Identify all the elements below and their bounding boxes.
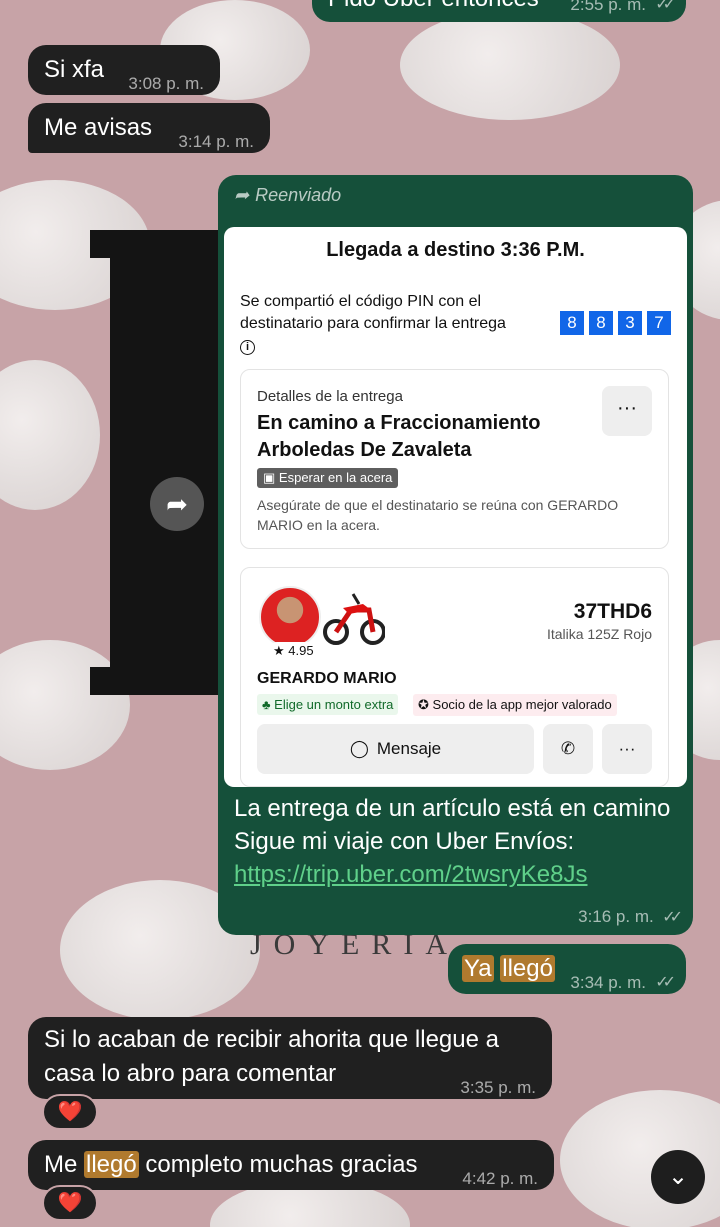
top-rated-text: Socio de la app mejor valorado bbox=[432, 697, 612, 712]
destination-text: En camino a Fraccionamiento Arboledas De… bbox=[257, 412, 541, 461]
tip-chip-text: Elige un monto extra bbox=[274, 697, 394, 712]
message-time: 3:16 p. m. bbox=[578, 907, 654, 926]
message-time: 3:14 p. m. bbox=[178, 132, 254, 151]
message-forwarded[interactable]: ➦ Reenviado Llegada a destino 3:36 P.M. … bbox=[218, 175, 693, 935]
message-text-part: Me bbox=[44, 1151, 85, 1178]
message-incoming[interactable]: Me llegó completo muchas gracias 4:42 p.… bbox=[28, 1140, 554, 1190]
message-meta: 3:16 p. m. ✓✓ bbox=[578, 907, 683, 927]
details-label: Detalles de la entrega bbox=[257, 388, 403, 405]
arrival-title: Llegada a destino 3:36 P.M. bbox=[326, 239, 585, 261]
badge-icon: ✪ bbox=[418, 697, 429, 712]
wallpaper-cloud bbox=[400, 10, 620, 120]
curb-note: Asegúrate de que el destinatario se reún… bbox=[257, 497, 619, 533]
pin-code: 8 8 3 7 bbox=[560, 311, 671, 335]
message-incoming[interactable]: Me avisas 3:14 p. m. bbox=[28, 103, 270, 153]
forward-share-button[interactable]: ➦ bbox=[150, 477, 204, 531]
message-time: 3:34 p. m. bbox=[570, 973, 646, 992]
message-button-label: Mensaje bbox=[376, 739, 442, 758]
message-time: 3:08 p. m. bbox=[128, 74, 204, 93]
pin-text: Se compartió el código PIN con el destin… bbox=[240, 293, 506, 332]
highlight: llegó bbox=[500, 955, 555, 982]
message-time: 4:42 p. m. bbox=[462, 1169, 538, 1188]
motorcycle-image bbox=[323, 593, 385, 645]
pin-digit: 8 bbox=[560, 311, 584, 335]
driver-box: ★ 4.95 37THD6 Italika 125Z Rojo GERARDO … bbox=[240, 567, 669, 787]
share-arrow-icon: ➦ bbox=[166, 489, 188, 519]
pin-digit: 3 bbox=[618, 311, 642, 335]
message-time: 2:55 p. m. bbox=[570, 0, 646, 14]
details-more-button[interactable]: ··· bbox=[602, 386, 652, 436]
curb-icon: ▣ bbox=[263, 470, 276, 485]
highlight: Ya bbox=[462, 955, 494, 982]
message-incoming[interactable]: Si lo acaban de recibir ahorita que lleg… bbox=[28, 1017, 552, 1099]
tag-text: Esperar en la acera bbox=[278, 470, 393, 485]
pin-digit: 8 bbox=[589, 311, 613, 335]
heart-reaction[interactable]: ❤️ bbox=[42, 1094, 98, 1130]
message-time: 3:35 p. m. bbox=[460, 1078, 536, 1097]
pin-digit: 7 bbox=[647, 311, 671, 335]
phone-icon: ✆ bbox=[560, 739, 576, 758]
forwarded-message-text: La entrega de un artículo está en camino… bbox=[234, 792, 674, 891]
vehicle-model: Italika 125Z Rojo bbox=[546, 626, 652, 642]
star-icon: ★ bbox=[273, 643, 285, 658]
wait-curb-tag: ▣ Esperar en la acera bbox=[257, 468, 399, 488]
scroll-to-bottom-button[interactable]: ⌄ bbox=[651, 1150, 705, 1204]
message-outgoing[interactable]: Pido Uber entonces 2:55 p. m. ✓✓ bbox=[312, 0, 686, 22]
driver-more-button[interactable]: ··· bbox=[602, 724, 652, 774]
message-driver-button[interactable]: ◯ Mensaje bbox=[257, 724, 534, 774]
message-text: Pido Uber entonces bbox=[328, 0, 539, 16]
message-text: Si xfa bbox=[44, 56, 105, 83]
highlight: llegó bbox=[84, 1151, 139, 1178]
message-text: Me avisas bbox=[44, 114, 153, 141]
pin-description: Se compartió el código PIN con el destin… bbox=[240, 291, 540, 357]
top-rated-chip: ✪ Socio de la app mejor valorado bbox=[413, 694, 617, 716]
chevron-down-icon: ⌄ bbox=[667, 1163, 689, 1190]
forwarded-label: ➦ Reenviado bbox=[234, 185, 341, 206]
driver-rating: ★ 4.95 bbox=[269, 642, 318, 660]
read-ticks-icon: ✓✓ bbox=[655, 974, 676, 991]
call-driver-button[interactable]: ✆ bbox=[543, 724, 593, 774]
message-outgoing[interactable]: Ya llegó 3:34 p. m. ✓✓ bbox=[448, 944, 686, 994]
forward-arrow-icon: ➦ bbox=[234, 185, 250, 205]
read-ticks-icon: ✓✓ bbox=[655, 0, 676, 13]
vehicle-plate: 37THD6 bbox=[573, 600, 652, 623]
info-icon: i bbox=[240, 340, 255, 355]
message-text-part: completo muchas gracias bbox=[138, 1151, 418, 1178]
chat-bubble-icon: ◯ bbox=[349, 739, 369, 758]
driver-name: GERARDO MARIO bbox=[257, 670, 397, 687]
message-text: Me llegó completo muchas gracias bbox=[44, 1148, 418, 1182]
money-icon: ♣ bbox=[262, 697, 271, 712]
trip-link[interactable]: https://trip.uber.com/2twsryKe8Js bbox=[234, 861, 587, 888]
heart-reaction[interactable]: ❤️ bbox=[42, 1185, 98, 1221]
message-incoming[interactable]: Si xfa 3:08 p. m. bbox=[28, 45, 220, 95]
delivery-details-box: Detalles de la entrega En camino a Fracc… bbox=[240, 369, 669, 549]
forwarded-body: La entrega de un artículo está en camino… bbox=[234, 795, 671, 855]
tip-chip[interactable]: ♣ Elige un monto extra bbox=[257, 694, 399, 715]
rating-value: 4.95 bbox=[288, 643, 314, 658]
wallpaper-cloud bbox=[0, 360, 100, 510]
driver-avatar bbox=[259, 586, 321, 648]
message-text: Ya llegó bbox=[462, 952, 555, 986]
uber-delivery-card[interactable]: Llegada a destino 3:36 P.M. Se compartió… bbox=[224, 227, 687, 787]
read-ticks-icon: ✓✓ bbox=[662, 909, 683, 926]
wallpaper-logo-letter bbox=[90, 230, 240, 695]
forwarded-text: Reenviado bbox=[255, 185, 342, 205]
